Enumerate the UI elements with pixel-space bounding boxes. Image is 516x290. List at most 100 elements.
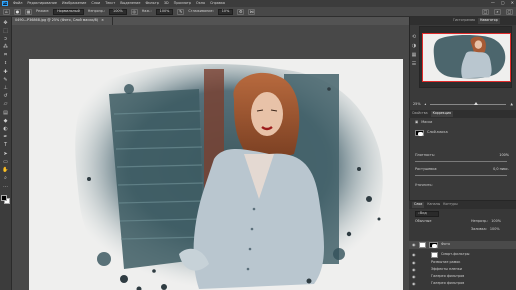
close-tab-icon[interactable]: × xyxy=(101,18,104,22)
menu-edit[interactable]: Редактирование xyxy=(27,1,57,5)
mask-thumbnail[interactable] xyxy=(415,130,424,136)
feather-value[interactable]: 0,0 пикс. xyxy=(493,167,509,171)
menu-layers[interactable]: Слои xyxy=(91,1,100,5)
symmetry-icon[interactable]: ⋈ xyxy=(248,8,256,15)
move-icon[interactable]: ✥ xyxy=(2,20,10,26)
swatches-panel-icon[interactable]: ▦ xyxy=(412,53,417,58)
history-brush-icon[interactable]: ↺ xyxy=(2,94,10,100)
menu-view[interactable]: Просмотр xyxy=(174,1,191,5)
mode-select[interactable]: Нормальный xyxy=(53,8,84,15)
workspace-icon[interactable]: □ xyxy=(482,9,489,15)
layer-name: Галерея фильтров xyxy=(431,281,465,286)
zoom-slider[interactable] xyxy=(430,102,507,105)
masks-header: ▣ Маски xyxy=(415,120,432,124)
layer-thumbnail xyxy=(419,242,426,248)
menu-help[interactable]: Справка xyxy=(210,1,225,5)
blur-icon[interactable]: ◆ xyxy=(2,118,10,124)
menu-file[interactable]: Файл xyxy=(13,1,22,5)
layer-name: Размытие рамок xyxy=(431,260,461,265)
eye-icon[interactable]: ◉ xyxy=(412,282,416,286)
libraries-panel-icon[interactable]: ☰ xyxy=(412,62,416,67)
brush-preset-icon[interactable]: ● xyxy=(14,8,21,15)
lasso-icon[interactable]: ↄ xyxy=(2,36,10,42)
home-icon[interactable]: ⌂ xyxy=(3,8,10,15)
type-icon[interactable]: T xyxy=(2,143,10,149)
color-panel-icon[interactable]: ◑ xyxy=(412,44,416,49)
eye-icon[interactable]: ◉ xyxy=(412,243,416,247)
tab-layers[interactable]: Слои xyxy=(412,202,425,208)
menu-window[interactable]: Окно xyxy=(196,1,205,5)
eraser-icon[interactable]: ▱ xyxy=(2,102,10,108)
hand-icon[interactable]: ✋ xyxy=(2,167,10,173)
maximize-button[interactable]: ▢ xyxy=(501,1,505,5)
close-button[interactable]: ✕ xyxy=(511,1,514,5)
brush-settings-icon[interactable]: ▦ xyxy=(25,8,32,15)
gradient-icon[interactable]: ▤ xyxy=(2,110,10,116)
color-swatches[interactable] xyxy=(1,194,10,204)
smoothing-field[interactable]: 10% xyxy=(217,8,234,15)
path-select-icon[interactable]: ➤ xyxy=(2,151,10,157)
shape-icon[interactable]: ▭ xyxy=(2,159,10,165)
navigator-thumbnail[interactable] xyxy=(422,33,511,82)
search-icon[interactable]: ⌕ xyxy=(494,9,501,15)
menu-select[interactable]: Выделение xyxy=(120,1,140,5)
layer-filter-select[interactable]: ⌕ Вид xyxy=(415,211,439,217)
share-icon[interactable]: ▢ xyxy=(506,9,513,15)
flow-field[interactable]: 100% xyxy=(155,8,174,15)
zoom-value[interactable]: 25% xyxy=(413,102,421,106)
more-tools-icon[interactable]: … xyxy=(2,184,10,190)
healing-icon[interactable]: ✚ xyxy=(2,69,10,75)
tab-navigator[interactable]: Навигатор xyxy=(478,18,500,24)
tab-histogram[interactable]: Гистограмма xyxy=(453,19,475,22)
eye-icon[interactable]: ◉ xyxy=(412,268,416,272)
minimize-button[interactable]: — xyxy=(491,1,495,5)
layer-fill-value[interactable]: 100% xyxy=(490,227,500,231)
menu-image[interactable]: Изображение xyxy=(62,1,86,5)
eyedropper-icon[interactable]: ɪ xyxy=(2,61,10,67)
collapsed-panel-icons: ⟲ ◑ ▦ ☰ xyxy=(409,17,419,97)
zoom-icon[interactable]: ⌕ xyxy=(2,176,10,182)
smart-filters-row[interactable]: ◉ Смарт-фильтры xyxy=(409,251,516,259)
eye-icon[interactable]: ◉ xyxy=(412,253,416,257)
document-tab[interactable]: 0490—P36868.jpg @ 25% (Фото, Слой маски/… xyxy=(12,17,113,25)
crop-icon[interactable]: ⌗ xyxy=(2,53,10,59)
zoom-in-icon[interactable]: ▲ xyxy=(510,102,513,106)
density-value[interactable]: 100% xyxy=(499,153,509,157)
zoom-slider-knob[interactable] xyxy=(474,102,479,105)
tab-channels[interactable]: Каналы xyxy=(427,203,440,206)
filter-row[interactable]: ◉ Галерея фильтров xyxy=(409,280,516,288)
blend-mode-select[interactable]: Обычные xyxy=(415,219,431,223)
pen-icon[interactable]: ✒ xyxy=(2,135,10,141)
tab-paths[interactable]: Контуры xyxy=(443,203,458,206)
pressure-opacity-icon[interactable]: ◎ xyxy=(130,8,138,15)
menu-filter[interactable]: Фильтр xyxy=(145,1,158,5)
layer-opacity-value[interactable]: 100% xyxy=(491,219,501,223)
tab-adjustments[interactable]: Коррекция xyxy=(430,111,453,117)
brush-icon[interactable]: ✎ xyxy=(2,77,10,83)
eye-icon[interactable]: ◉ xyxy=(412,275,416,279)
tab-properties[interactable]: Свойства xyxy=(412,112,428,115)
eye-icon[interactable]: ◉ xyxy=(412,261,416,265)
feather-slider[interactable] xyxy=(415,175,507,176)
opacity-field[interactable]: 100% xyxy=(109,8,127,15)
airbrush-icon[interactable]: ✎ xyxy=(177,8,185,15)
density-slider[interactable] xyxy=(415,161,507,162)
layer-opacity-row: Непрозр.: 100% xyxy=(471,219,501,223)
marquee-icon[interactable]: ⬚ xyxy=(2,28,10,34)
history-panel-icon[interactable]: ⟲ xyxy=(412,35,416,40)
layer-row[interactable]: ◉ Фото xyxy=(409,241,516,249)
quick-select-icon[interactable]: ⁂ xyxy=(2,45,10,51)
gear-icon[interactable]: ⚙ xyxy=(237,8,245,15)
menu-3d[interactable]: 3D xyxy=(164,1,169,5)
document-canvas[interactable] xyxy=(29,59,403,290)
layer-mask-thumbnail[interactable] xyxy=(429,242,438,248)
refine-row: Уточнить: xyxy=(415,183,433,187)
mask-icon: ▣ xyxy=(415,120,419,124)
zoom-out-icon[interactable]: ▴ xyxy=(425,102,427,106)
foreground-color-swatch[interactable] xyxy=(1,194,7,201)
stamp-icon[interactable]: ⊥ xyxy=(2,86,10,92)
menu-type[interactable]: Текст xyxy=(105,1,115,5)
document-tab-title: 0490—P36868.jpg @ 25% (Фото, Слой маски/… xyxy=(15,18,99,23)
dodge-icon[interactable]: ◐ xyxy=(2,126,10,132)
artwork-image xyxy=(29,59,403,290)
